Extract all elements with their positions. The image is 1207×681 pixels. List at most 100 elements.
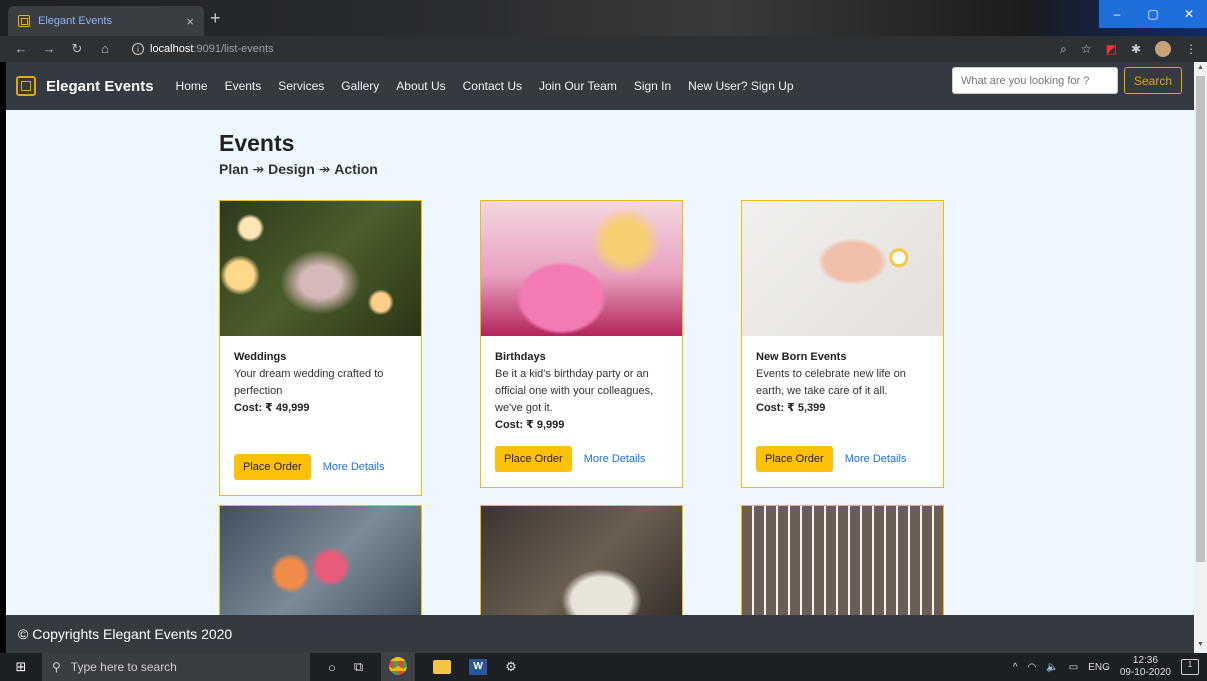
event-card-weddings: Weddings Your dream wedding crafted to p… bbox=[219, 200, 422, 496]
page-content: Events Plan ↠ Design ↠ Action Weddings Y… bbox=[6, 110, 1194, 615]
photo-wall-image bbox=[742, 506, 943, 615]
search-input[interactable] bbox=[951, 67, 1118, 94]
site-info-icon[interactable]: i bbox=[132, 43, 144, 55]
tab-close-icon[interactable]: × bbox=[186, 14, 194, 29]
url-host: localhost bbox=[150, 43, 194, 55]
nav-home[interactable]: Home bbox=[176, 79, 208, 93]
event-card-birthdays: Birthdays Be it a kid's birthday party o… bbox=[480, 200, 683, 488]
place-order-button[interactable]: Place Order bbox=[234, 454, 311, 480]
close-window-button[interactable]: ✕ bbox=[1171, 0, 1207, 28]
window-controls: – ▢ ✕ bbox=[1099, 0, 1207, 28]
subtitle-action: Action bbox=[334, 161, 378, 177]
language-indicator[interactable]: ENG bbox=[1088, 662, 1110, 673]
place-order-button[interactable]: Place Order bbox=[495, 446, 572, 472]
more-details-link[interactable]: More Details bbox=[323, 461, 385, 473]
chrome-icon bbox=[389, 656, 408, 675]
url-field[interactable]: i localhost :9091/list-events bbox=[132, 43, 274, 55]
battery-icon[interactable]: ▭ bbox=[1069, 662, 1078, 673]
wedding-image bbox=[220, 201, 421, 336]
browser-toolbar-icons: ⌕ ☆ ◩ ✱ ⋮ bbox=[1060, 36, 1197, 62]
page-scrollbar[interactable]: ▲ ▼ bbox=[1194, 62, 1207, 653]
more-details-link[interactable]: More Details bbox=[845, 453, 907, 465]
more-details-link[interactable]: More Details bbox=[584, 453, 646, 465]
new-tab-button[interactable]: + bbox=[210, 8, 221, 29]
pdf-extension-icon[interactable]: ◩ bbox=[1106, 42, 1117, 56]
card-description: Be it a kid's birthday party or an offic… bbox=[495, 368, 654, 414]
nav-contact-us[interactable]: Contact Us bbox=[463, 79, 522, 93]
place-order-button[interactable]: Place Order bbox=[756, 446, 833, 472]
clock-time: 12:36 bbox=[1132, 655, 1158, 666]
forward-arrow-icon[interactable]: → bbox=[42, 41, 56, 57]
nav-gallery[interactable]: Gallery bbox=[341, 79, 379, 93]
page-title: Events bbox=[219, 130, 295, 156]
site-brand[interactable]: Elegant Events bbox=[16, 76, 154, 96]
site-navbar: Elegant Events Home Events Services Gall… bbox=[6, 62, 1194, 110]
scrollbar-thumb[interactable] bbox=[1196, 76, 1205, 562]
browser-menu-icon[interactable]: ⋮ bbox=[1185, 42, 1197, 56]
taskbar-search[interactable]: ⚲ Type here to search bbox=[42, 653, 310, 681]
nav-sign-in[interactable]: Sign In bbox=[634, 79, 671, 93]
volume-icon[interactable]: 🔈 bbox=[1046, 662, 1058, 673]
nav-services[interactable]: Services bbox=[278, 79, 324, 93]
windows-start-icon[interactable]: ⊞ bbox=[0, 659, 42, 675]
tab-title: Elegant Events bbox=[38, 15, 112, 27]
browser-tab-bar: Elegant Events × + – ▢ ✕ bbox=[0, 0, 1207, 36]
home-icon[interactable]: ⌂ bbox=[98, 41, 112, 57]
extensions-puzzle-icon[interactable]: ✱ bbox=[1131, 42, 1141, 56]
site-search: Search bbox=[951, 67, 1182, 94]
event-card-new-born: New Born Events Events to celebrate new … bbox=[741, 200, 944, 488]
browser-tab[interactable]: Elegant Events × bbox=[8, 6, 204, 36]
back-arrow-icon[interactable]: ← bbox=[14, 41, 28, 57]
chrome-app[interactable] bbox=[381, 651, 416, 681]
card-title: Weddings bbox=[234, 351, 287, 363]
scroll-up-arrow-icon[interactable]: ▲ bbox=[1196, 64, 1205, 74]
address-bar: ← → ↻ ⌂ i localhost :9091/list-events bbox=[0, 36, 1207, 62]
search-icon: ⚲ bbox=[52, 660, 61, 674]
site-favicon-icon bbox=[18, 15, 30, 27]
taskbar-search-placeholder: Type here to search bbox=[70, 660, 177, 674]
network-icon[interactable]: ◠ bbox=[1028, 662, 1037, 673]
notification-icon[interactable]: 1 bbox=[1181, 659, 1199, 675]
profile-avatar[interactable] bbox=[1155, 41, 1171, 57]
card-title: New Born Events bbox=[756, 351, 847, 363]
bookmark-star-icon[interactable]: ☆ bbox=[1081, 42, 1092, 56]
nav-about-us[interactable]: About Us bbox=[396, 79, 445, 93]
word-icon[interactable]: W bbox=[469, 659, 488, 675]
subtitle-separator: ↠ bbox=[314, 161, 335, 177]
card-cost: Cost: ₹ 5,399 bbox=[756, 402, 826, 414]
settings-gear-icon[interactable]: ⚙ bbox=[505, 659, 517, 675]
minimize-button[interactable]: – bbox=[1099, 0, 1135, 28]
url-path: :9091/list-events bbox=[193, 43, 274, 55]
newborn-feet-image bbox=[742, 201, 943, 336]
card-description: Your dream wedding crafted to perfection bbox=[234, 368, 384, 397]
scroll-down-arrow-icon[interactable]: ▼ bbox=[1196, 641, 1205, 651]
zoom-icon[interactable]: ⌕ bbox=[1060, 42, 1067, 57]
event-card-partial bbox=[480, 505, 683, 615]
brand-name: Elegant Events bbox=[46, 77, 154, 95]
event-card-partial bbox=[219, 505, 422, 615]
card-description: Events to celebrate new life on earth, w… bbox=[756, 368, 906, 397]
subtitle-separator: ↠ bbox=[248, 161, 269, 177]
search-button[interactable]: Search bbox=[1123, 67, 1182, 94]
restore-button[interactable]: ▢ bbox=[1135, 0, 1171, 28]
tray-expand-icon[interactable]: ^ bbox=[1013, 662, 1018, 673]
nav-events[interactable]: Events bbox=[225, 79, 262, 93]
nav-links: Home Events Services Gallery About Us Co… bbox=[176, 79, 794, 93]
file-explorer-icon[interactable] bbox=[433, 660, 452, 674]
reload-icon[interactable]: ↻ bbox=[70, 41, 84, 57]
event-card-partial bbox=[741, 505, 944, 615]
nav-sign-up[interactable]: New User? Sign Up bbox=[688, 79, 793, 93]
system-clock[interactable]: 12:36 09-10-2020 bbox=[1120, 655, 1171, 679]
card-cost: Cost: ₹ 9,999 bbox=[495, 419, 565, 431]
task-view-icon[interactable]: ⧉ bbox=[354, 659, 363, 675]
corporate-meeting-image bbox=[481, 506, 682, 615]
subtitle-plan: Plan bbox=[219, 161, 249, 177]
cortana-icon[interactable]: ○ bbox=[328, 660, 336, 675]
brand-logo-icon bbox=[16, 76, 36, 96]
clock-date: 09-10-2020 bbox=[1119, 667, 1171, 678]
birthday-cake-image bbox=[481, 201, 682, 336]
nav-join-our-team[interactable]: Join Our Team bbox=[539, 79, 617, 93]
taskbar-apps: ○ ⧉ W ⚙ bbox=[328, 651, 517, 681]
footer-copyright: © Copyrights Elegant Events 2020 bbox=[18, 626, 233, 642]
site-footer: © Copyrights Elegant Events 2020 bbox=[6, 615, 1194, 653]
